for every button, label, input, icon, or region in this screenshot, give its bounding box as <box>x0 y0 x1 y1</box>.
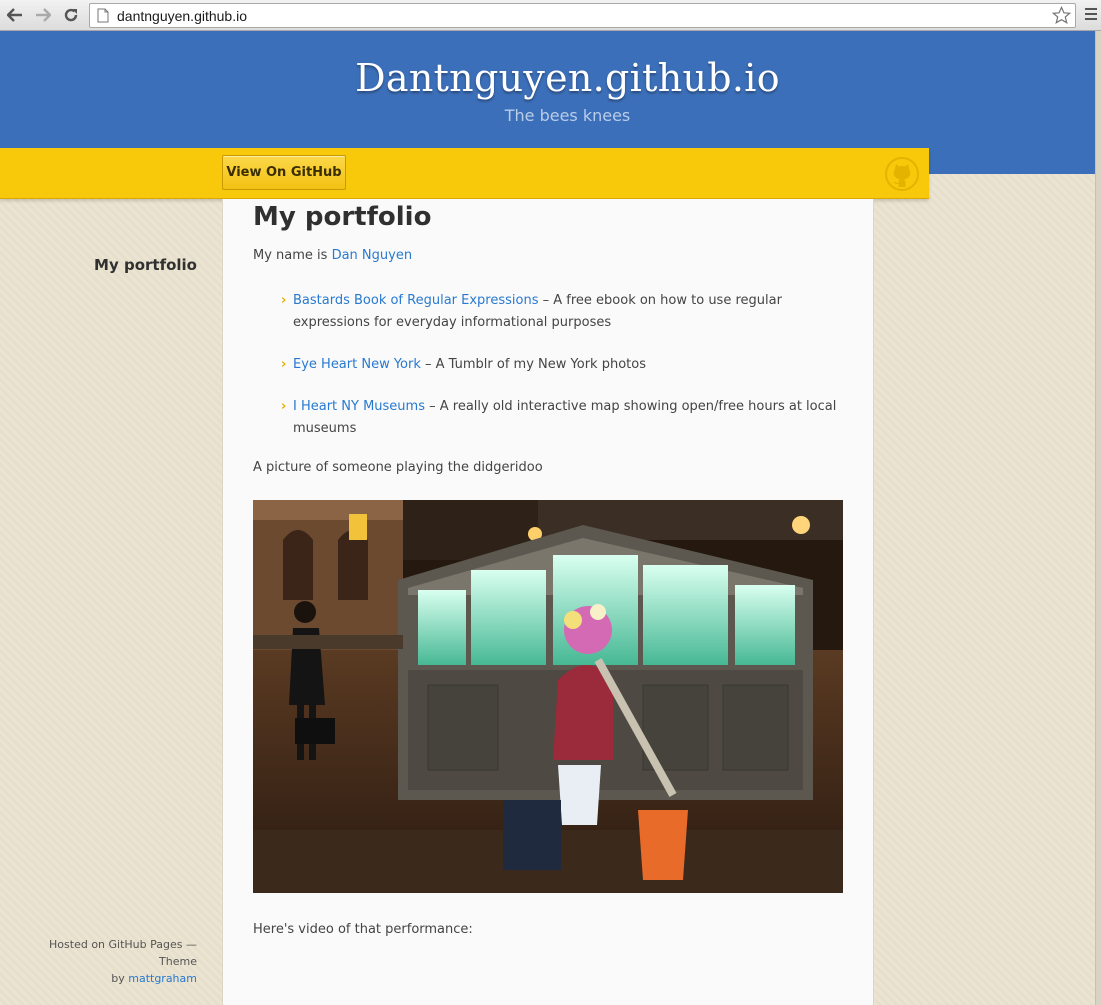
theme-author-link[interactable]: mattgraham <box>128 972 197 985</box>
page-edge <box>1095 31 1101 1005</box>
site-title: Dantnguyen.github.io <box>355 56 780 100</box>
intro-paragraph: My name is Dan Nguyen <box>253 248 412 263</box>
project-link[interactable]: I Heart NY Museums <box>293 399 425 414</box>
project-list: › Bastards Book of Regular Expressions –… <box>281 290 841 460</box>
author-link[interactable]: Dan Nguyen <box>332 248 413 263</box>
by-text: by <box>111 972 125 985</box>
bullet-chevron-icon: › <box>281 357 287 372</box>
url-text: dantnguyen.github.io <box>117 8 247 24</box>
github-octocat-icon[interactable] <box>885 157 919 191</box>
bullet-chevron-icon: › <box>281 399 287 414</box>
back-arrow-icon[interactable] <box>5 5 25 25</box>
list-item: › Bastards Book of Regular Expressions –… <box>281 290 841 334</box>
reload-icon[interactable] <box>61 5 81 25</box>
project-link[interactable]: Bastards Book of Regular Expressions <box>293 293 538 308</box>
page-title: My portfolio <box>253 202 432 232</box>
didgeridoo-photo <box>253 500 843 893</box>
project-link[interactable]: Eye Heart New York <box>293 357 421 372</box>
page-icon <box>97 8 109 27</box>
project-description: – A Tumblr of my New York photos <box>420 357 646 372</box>
video-caption: Here's video of that performance: <box>253 922 473 937</box>
footer-credits: Hosted on GitHub Pages — Theme by mattgr… <box>10 936 197 987</box>
theme-credit-line: by mattgraham <box>10 970 197 987</box>
view-on-github-button[interactable]: View On GitHub <box>222 155 346 190</box>
intro-text: My name is <box>253 248 328 263</box>
site-tagline: The bees knees <box>504 106 631 125</box>
browser-toolbar: dantnguyen.github.io <box>0 0 1101 31</box>
hamburger-menu-icon[interactable] <box>1085 8 1097 23</box>
bullet-chevron-icon: › <box>281 293 287 308</box>
list-item: › I Heart NY Museums – A really old inte… <box>281 396 841 440</box>
sidebar-nav-title[interactable]: My portfolio <box>60 256 197 274</box>
list-item: › Eye Heart New York – A Tumblr of my Ne… <box>281 354 841 376</box>
star-icon[interactable] <box>1051 5 1072 29</box>
nav-ribbon <box>0 148 929 199</box>
hosted-text: Hosted on GitHub Pages — Theme <box>49 938 197 968</box>
picture-caption: A picture of someone playing the didgeri… <box>253 460 543 475</box>
address-bar[interactable]: dantnguyen.github.io <box>89 3 1076 28</box>
forward-arrow-icon[interactable] <box>33 5 53 25</box>
